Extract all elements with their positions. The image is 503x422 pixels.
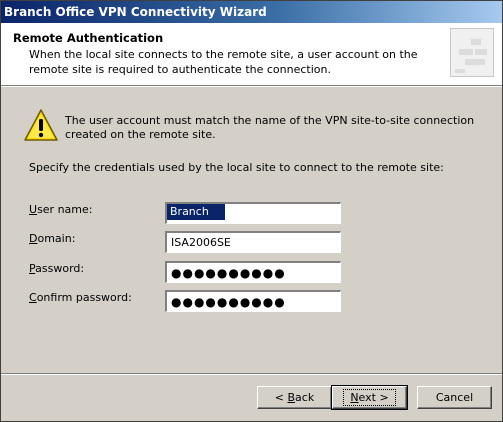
next-button[interactable]: Next > bbox=[331, 385, 408, 410]
username-label: User name: bbox=[29, 203, 93, 216]
wizard-logo-icon bbox=[450, 28, 494, 77]
wizard-header: Remote Authentication When the local sit… bbox=[1, 23, 502, 86]
confirm-password-label: Confirm password: bbox=[29, 291, 132, 304]
back-button[interactable]: < Back bbox=[257, 386, 332, 409]
page-title: Remote Authentication bbox=[13, 31, 164, 45]
domain-field[interactable] bbox=[165, 231, 341, 253]
confirm-password-field[interactable] bbox=[165, 290, 341, 312]
domain-label: Domain: bbox=[29, 232, 76, 245]
instructions-text: Specify the credentials used by the loca… bbox=[29, 161, 444, 174]
footer-divider bbox=[1, 373, 502, 375]
title-bar[interactable]: Branch Office VPN Connectivity Wizard bbox=[1, 1, 502, 23]
password-label: Password: bbox=[29, 262, 85, 275]
password-field[interactable] bbox=[165, 261, 341, 283]
next-focus-rect: Next > bbox=[343, 389, 396, 406]
username-selected-text: Branch bbox=[167, 204, 225, 220]
warning-text: The user account must match the name of … bbox=[65, 114, 475, 141]
page-description: When the local site connects to the remo… bbox=[29, 48, 418, 76]
window-title: Branch Office VPN Connectivity Wizard bbox=[4, 5, 267, 19]
warning-icon bbox=[24, 109, 58, 141]
cancel-button[interactable]: Cancel bbox=[417, 386, 492, 409]
wizard-window: Branch Office VPN Connectivity Wizard Re… bbox=[0, 0, 503, 422]
header-divider bbox=[1, 86, 502, 87]
